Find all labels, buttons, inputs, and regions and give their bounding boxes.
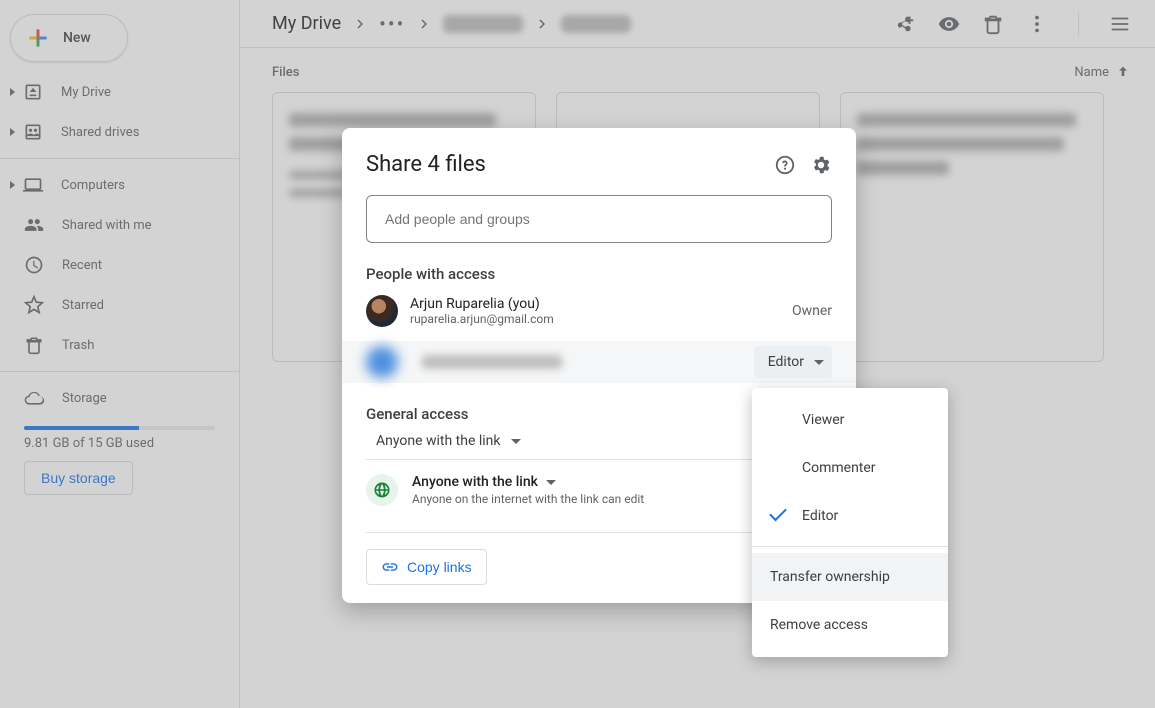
- globe-icon: [366, 474, 398, 506]
- chevron-down-icon: [814, 360, 824, 365]
- owner-name: Arjun Ruparelia (you): [410, 296, 792, 312]
- role-dropdown-label: Editor: [768, 354, 804, 370]
- menu-item-label: Viewer: [802, 412, 844, 428]
- general-access-value: Anyone with the link: [376, 433, 501, 449]
- menu-item-editor[interactable]: Editor: [752, 492, 948, 540]
- copy-links-button[interactable]: Copy links: [366, 549, 487, 585]
- dialog-title: Share 4 files: [366, 152, 760, 177]
- add-people-input[interactable]: [366, 195, 832, 243]
- menu-item-label: Commenter: [802, 460, 876, 476]
- gear-icon[interactable]: [810, 154, 832, 176]
- role-dropdown[interactable]: Editor: [754, 346, 832, 378]
- chevron-down-icon: [546, 480, 556, 485]
- role-menu: Viewer Commenter Editor Transfer ownersh…: [752, 388, 948, 657]
- menu-item-label: Editor: [802, 508, 838, 524]
- menu-item-commenter[interactable]: Commenter: [752, 444, 948, 492]
- menu-item-transfer-ownership[interactable]: Transfer ownership: [752, 553, 948, 601]
- general-access-sub: Anyone on the internet with the link can…: [412, 492, 644, 506]
- menu-item-label: Remove access: [770, 617, 868, 633]
- copy-links-label: Copy links: [407, 559, 472, 575]
- owner-row: Arjun Ruparelia (you) ruparelia.arjun@gm…: [366, 283, 832, 339]
- general-access-title: Anyone with the link: [412, 474, 538, 490]
- collaborator-name-redacted: [422, 355, 562, 369]
- avatar: [366, 295, 398, 327]
- general-access-title-row[interactable]: Anyone with the link: [412, 474, 644, 490]
- people-with-access-label: People with access: [366, 265, 832, 283]
- help-icon[interactable]: [774, 154, 796, 176]
- menu-item-label: Transfer ownership: [770, 569, 890, 585]
- avatar: [366, 346, 398, 378]
- link-icon: [381, 558, 399, 576]
- menu-item-viewer[interactable]: Viewer: [752, 396, 948, 444]
- owner-role: Owner: [792, 303, 832, 319]
- owner-email: ruparelia.arjun@gmail.com: [410, 312, 792, 326]
- menu-item-remove-access[interactable]: Remove access: [752, 601, 948, 649]
- divider: [752, 546, 948, 547]
- chevron-down-icon: [511, 439, 521, 444]
- collaborator-row: Editor: [342, 341, 856, 383]
